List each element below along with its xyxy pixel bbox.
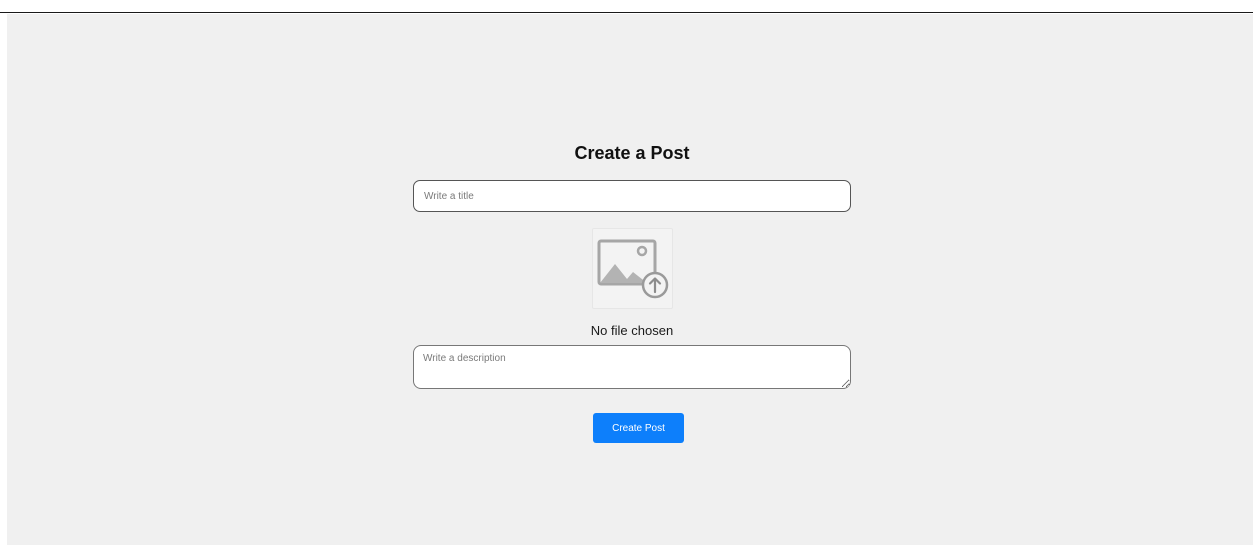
create-post-button[interactable]: Create Post xyxy=(593,413,684,443)
description-textarea[interactable] xyxy=(413,345,851,389)
image-upload-icon xyxy=(597,239,669,299)
title-input[interactable] xyxy=(413,180,851,212)
top-border xyxy=(0,0,1253,13)
page-title: Create a Post xyxy=(574,143,690,163)
page-background: Create a Post No file chosen Create Post xyxy=(7,14,1253,545)
file-status-text: No file chosen xyxy=(590,323,674,338)
image-upload-button[interactable] xyxy=(592,228,673,309)
